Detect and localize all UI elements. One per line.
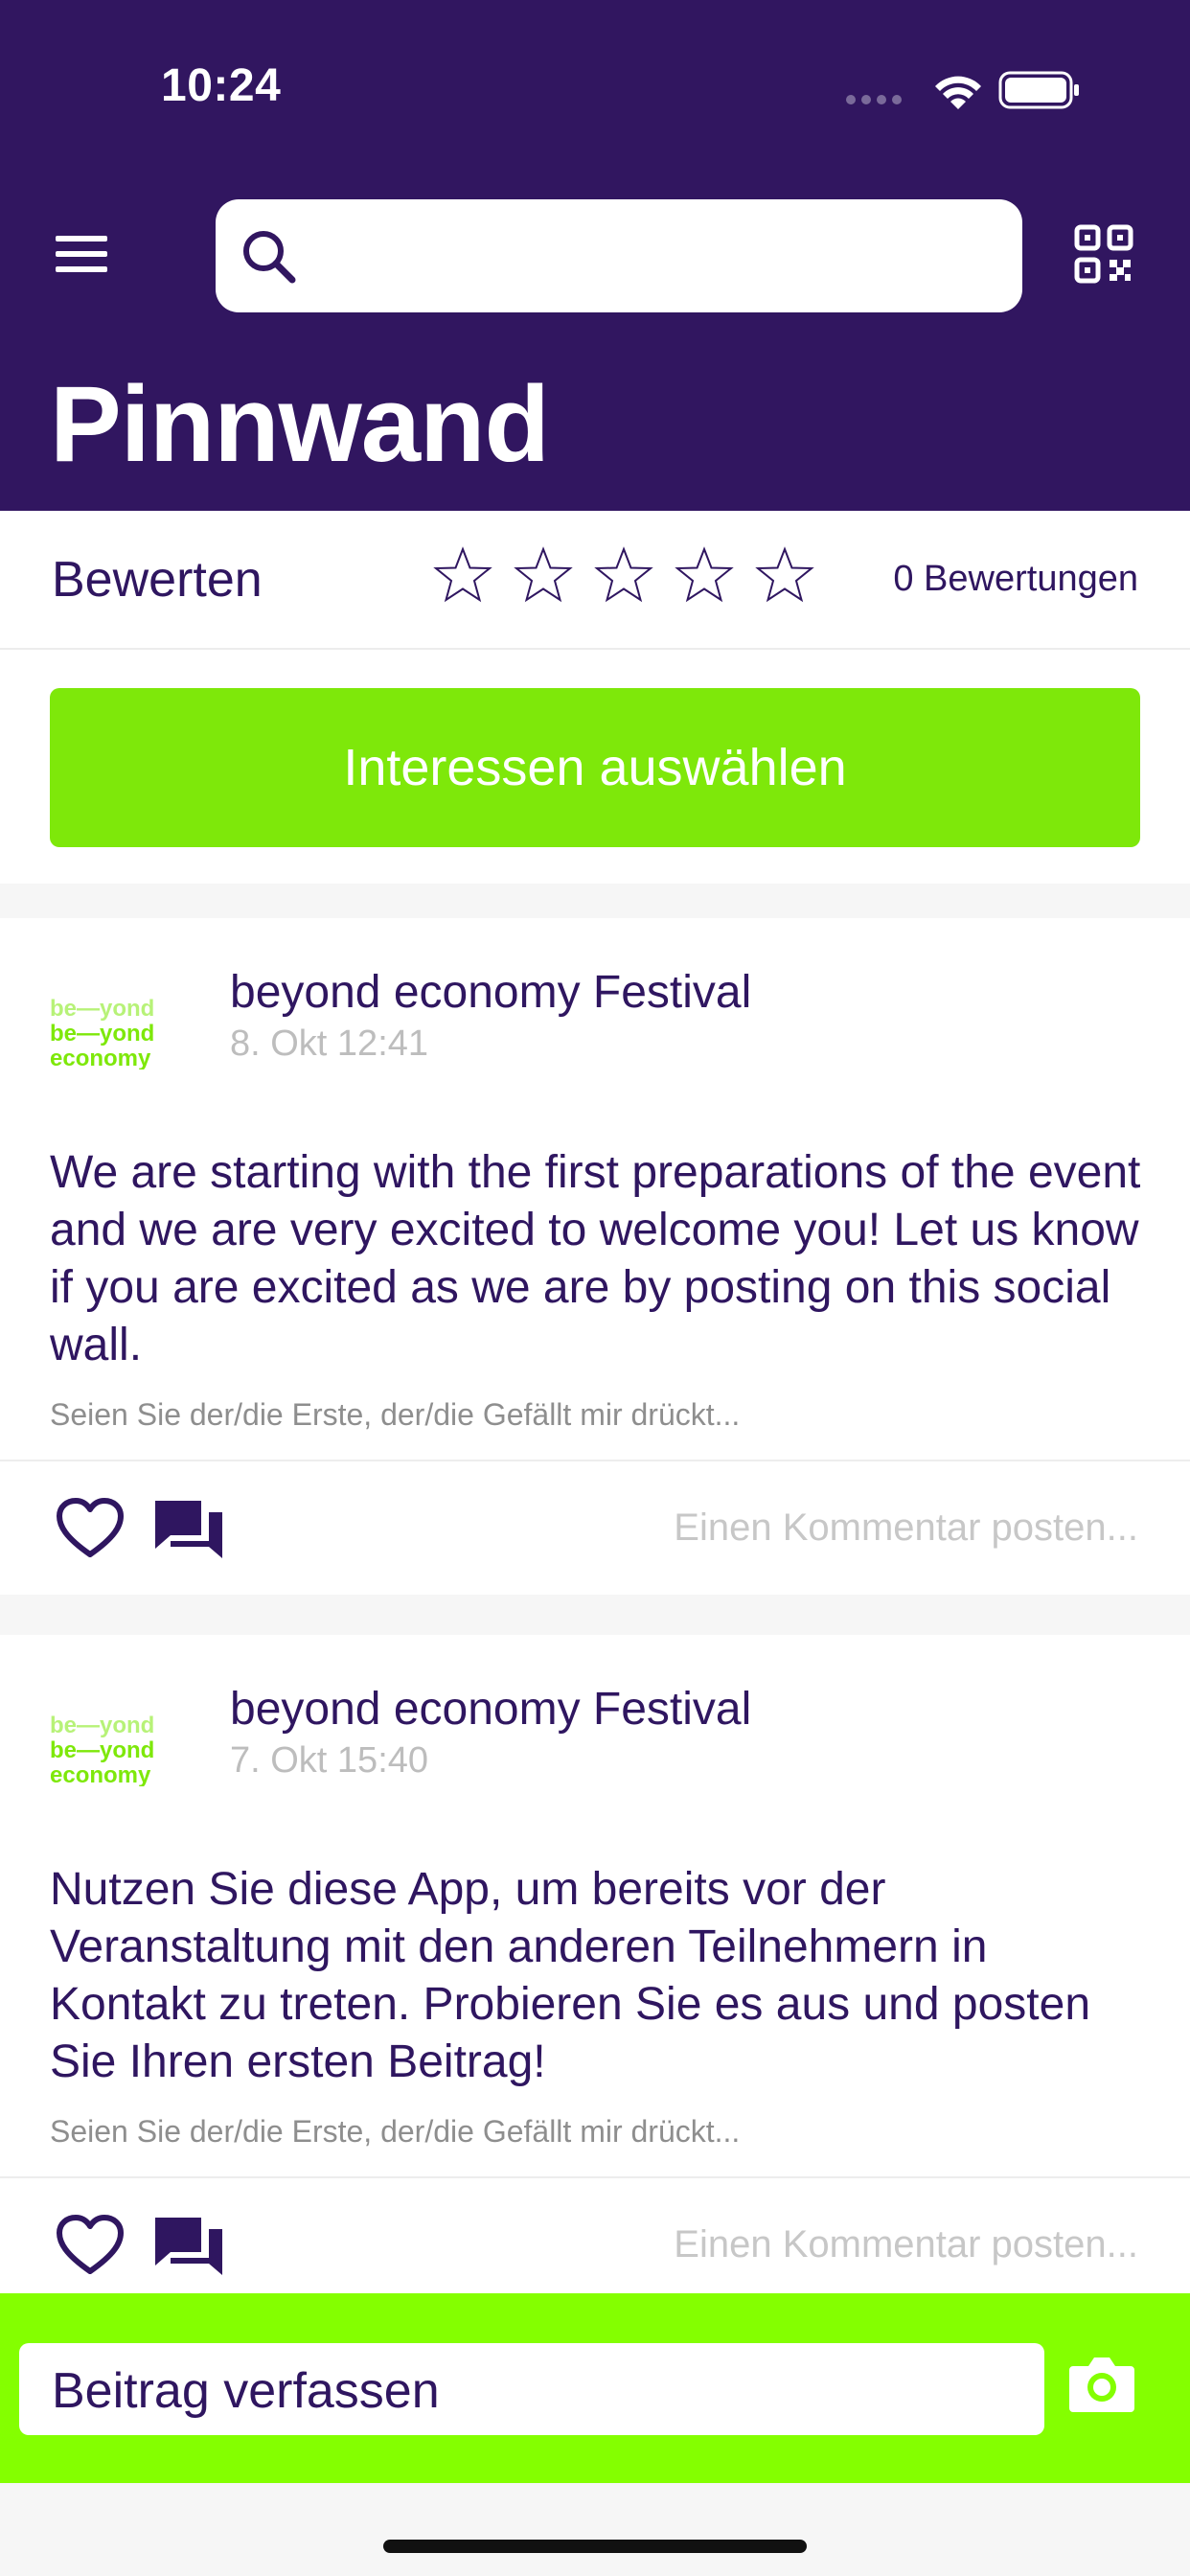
search-icon — [243, 231, 296, 284]
post-card: be—yond be—yond economy beyond economy F… — [0, 1635, 1190, 2296]
svg-text:economy: economy — [50, 1046, 151, 1070]
post-text: Nutzen Sie diese App, um bereits vor der… — [50, 1864, 1091, 2087]
star-icon[interactable] — [675, 545, 734, 605]
svg-text:be—yond: be—yond — [50, 996, 154, 1022]
comment-input[interactable]: Einen Kommentar posten... — [674, 2223, 1138, 2266]
post-card: be—yond be—yond economy beyond economy F… — [0, 918, 1190, 1595]
rating-bar: Bewerten 0 Bewertungen — [0, 511, 1190, 650]
comment-icon[interactable] — [155, 2214, 226, 2281]
author-logo: be—yond be—yond economy — [50, 996, 154, 1070]
compose-placeholder: Beitrag verfassen — [52, 2363, 440, 2419]
comment-icon[interactable] — [155, 1497, 226, 1564]
divider — [0, 2176, 1190, 2178]
select-interests-button[interactable]: Interessen auswählen — [50, 688, 1140, 847]
post-date: 8. Okt 12:41 — [230, 1024, 429, 1064]
star-icon[interactable] — [594, 545, 653, 605]
author-logo: be—yond be—yond economy — [50, 1713, 154, 1786]
rating-label: Bewerten — [52, 552, 263, 608]
search-input[interactable] — [216, 199, 1022, 312]
svg-text:be—yond: be—yond — [50, 1713, 154, 1738]
heart-icon[interactable] — [56, 2214, 125, 2277]
status-time: 10:24 — [161, 60, 282, 111]
menu-icon[interactable] — [56, 236, 109, 278]
interests-section: Interessen auswählen — [0, 650, 1190, 884]
svg-text:be—yond: be—yond — [50, 1737, 154, 1763]
header: 10:24 Pinnwand — [0, 0, 1190, 511]
qr-code-icon[interactable] — [1073, 223, 1134, 285]
camera-icon[interactable] — [1067, 2355, 1136, 2414]
star-icon[interactable] — [755, 545, 814, 605]
post-author[interactable]: beyond economy Festival — [230, 966, 751, 1019]
post-text: We are starting with the first preparati… — [50, 1147, 1141, 1370]
compose-bar: Beitrag verfassen — [0, 2293, 1190, 2483]
comment-input[interactable]: Einen Kommentar posten... — [674, 1506, 1138, 1550]
rating-count: 0 Bewertungen — [893, 559, 1138, 599]
page-title: Pinnwand — [50, 364, 550, 484]
like-hint: Seien Sie der/die Erste, der/die Gefällt… — [50, 2114, 741, 2149]
post-author[interactable]: beyond economy Festival — [230, 1683, 751, 1736]
star-icon[interactable] — [514, 545, 573, 605]
home-indicator — [383, 2540, 807, 2553]
post-date: 7. Okt 15:40 — [230, 1740, 429, 1781]
star-rating[interactable] — [433, 545, 814, 612]
star-icon[interactable] — [433, 545, 492, 605]
compose-input[interactable]: Beitrag verfassen — [19, 2343, 1044, 2435]
svg-text:economy: economy — [50, 1762, 151, 1786]
heart-icon[interactable] — [56, 1497, 125, 1560]
status-icons — [846, 71, 1079, 109]
divider — [0, 1460, 1190, 1461]
like-hint: Seien Sie der/die Erste, der/die Gefällt… — [50, 1397, 741, 1432]
svg-text:be—yond: be—yond — [50, 1021, 154, 1046]
